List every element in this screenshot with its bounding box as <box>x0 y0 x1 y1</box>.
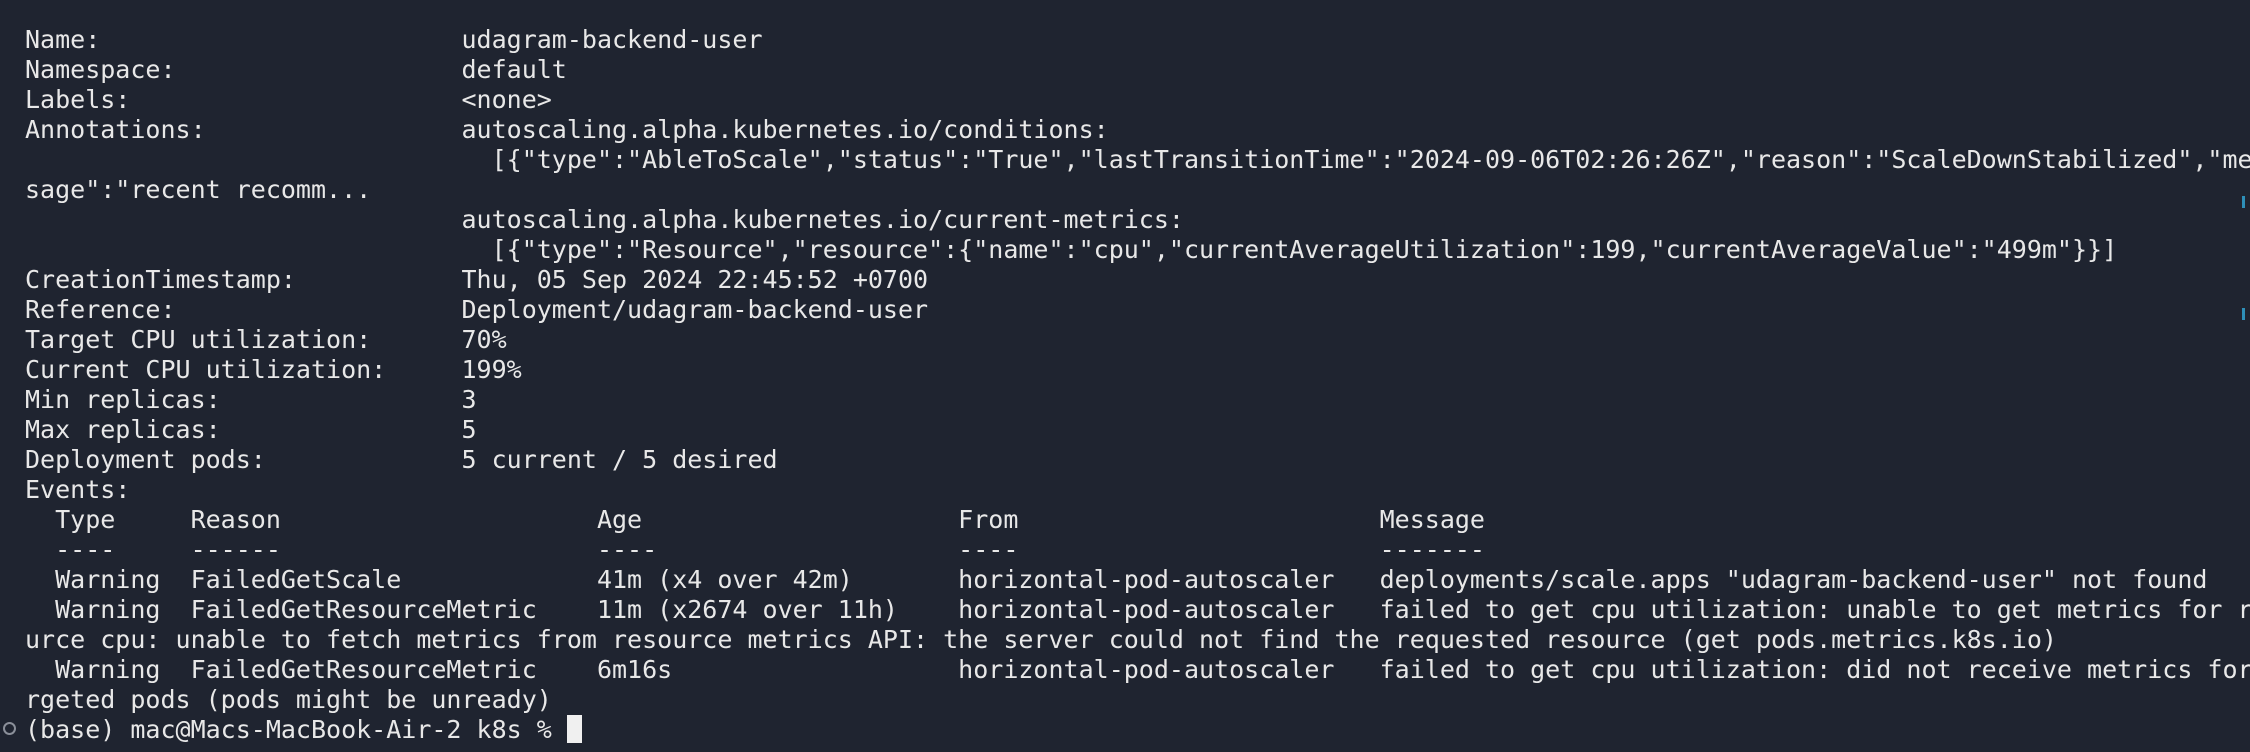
shell-prompt: (base) mac@Macs-MacBook-Air-2 k8s % <box>25 715 567 744</box>
output-line: Name: udagram-backend-user <box>25 25 763 54</box>
output-line: Reference: Deployment/udagram-backend-us… <box>25 295 929 324</box>
output-line: sage":"recent recomm... <box>25 175 372 204</box>
output-line: Namespace: default <box>25 55 567 84</box>
output-line: Labels: <none> <box>25 85 552 114</box>
output-line: [{"type":"Resource","resource":{"name":"… <box>25 235 2118 264</box>
output-line: Max replicas: 5 <box>25 415 477 444</box>
prompt-line[interactable]: (base) mac@Macs-MacBook-Air-2 k8s % <box>25 715 2225 745</box>
event-line: urce cpu: unable to fetch metrics from r… <box>25 625 2057 654</box>
prompt-mark-icon <box>3 722 16 735</box>
output-line: Target CPU utilization: 70% <box>25 325 507 354</box>
terminal-output: Name: udagram-backend-user Namespace: de… <box>25 25 2250 745</box>
scroll-mark-icon <box>2242 308 2245 320</box>
event-line: Warning FailedGetScale 41m (x4 over 42m)… <box>25 565 2208 594</box>
output-line: [{"type":"AbleToScale","status":"True","… <box>25 145 2250 174</box>
output-line: Events: <box>25 475 131 504</box>
output-line: Min replicas: 3 <box>25 385 477 414</box>
output-line: CreationTimestamp: Thu, 05 Sep 2024 22:4… <box>25 265 929 294</box>
event-line: Warning FailedGetResourceMetric 6m16s ho… <box>25 655 2250 684</box>
events-divider-line: ---- ------ ---- ---- ------- <box>25 535 1485 564</box>
scroll-mark-icon <box>2242 196 2245 208</box>
event-line: Warning FailedGetResourceMetric 11m (x26… <box>25 595 2250 624</box>
output-line: Current CPU utilization: 199% <box>25 355 522 384</box>
event-line: rgeted pods (pods might be unready) <box>25 685 552 714</box>
output-line: Deployment pods: 5 current / 5 desired <box>25 445 778 474</box>
terminal-window[interactable]: Name: udagram-backend-user Namespace: de… <box>0 0 2250 752</box>
text-cursor <box>566 715 582 743</box>
output-line: autoscaling.alpha.kubernetes.io/current-… <box>25 205 1184 234</box>
events-header-line: Type Reason Age From Message <box>25 505 1485 534</box>
output-line: Annotations: autoscaling.alpha.kubernete… <box>25 115 1109 144</box>
